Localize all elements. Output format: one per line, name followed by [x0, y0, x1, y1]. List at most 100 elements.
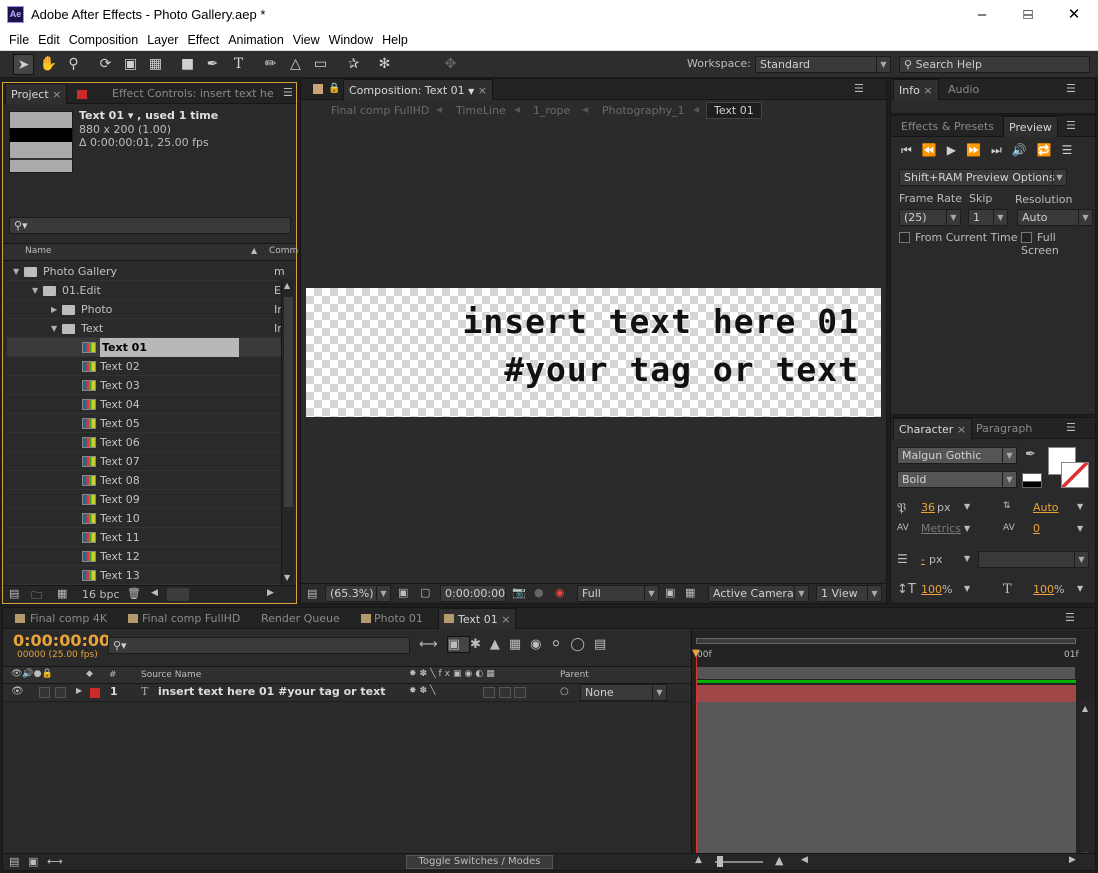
chevron-down-icon[interactable]: ▼ [964, 502, 970, 511]
project-item[interactable]: ▼ Photo Gallery m [7, 262, 285, 281]
layer-switch-box[interactable] [483, 687, 495, 698]
safe-zones-icon[interactable]: ▣ [398, 586, 408, 599]
ram-preview-icon[interactable]: ☰ [1062, 143, 1083, 157]
breadcrumb-item[interactable]: Photography_1 [602, 104, 685, 117]
brush-tool-icon[interactable]: ✏ [260, 54, 281, 75]
first-frame-icon[interactable]: ⏮ [901, 143, 922, 157]
resolution-select[interactable]: Full ▼ [577, 585, 659, 602]
breadcrumb-current[interactable]: Text 01 [706, 102, 762, 119]
motion-blur-icon[interactable]: ◉ [530, 637, 550, 652]
always-preview-icon[interactable]: ▤ [307, 587, 317, 600]
frame-rate-select[interactable]: (25) ▼ [899, 209, 961, 226]
new-folder-icon[interactable]: 🗀 [31, 587, 42, 606]
rectangle-tool-icon[interactable]: ■ [177, 54, 198, 75]
toggle-switches-modes-button[interactable]: Toggle Switches / Modes [406, 855, 553, 869]
menu-file[interactable]: File [0, 30, 29, 51]
workspace-select[interactable]: Standard ▼ [755, 56, 891, 73]
pan-behind-tool-icon[interactable]: ▦ [145, 54, 166, 75]
comp-viewer-canvas[interactable]: insert text here 01 #your tag or text [306, 288, 881, 417]
chevron-down-icon[interactable]: ▼ [1077, 584, 1083, 593]
kerning-value[interactable]: Metrics [921, 522, 961, 535]
layer-switch-box[interactable] [514, 687, 526, 698]
snapshot-icon[interactable]: 📷 [512, 586, 526, 599]
collapse-folder-icon[interactable]: ▼ [32, 281, 38, 300]
playhead-icon[interactable]: ▼ [692, 648, 700, 659]
expand-folder-icon[interactable]: ▶ [51, 300, 57, 319]
show-snapshot-icon[interactable]: ● [534, 586, 544, 599]
project-item[interactable]: Text 10 [7, 509, 281, 528]
layer-label-color[interactable] [90, 688, 100, 698]
visibility-eye-icon[interactable]: 👁 [11, 686, 24, 697]
project-item[interactable]: Text 09 [7, 490, 281, 509]
graph-editor-icon[interactable]: ▤ [594, 637, 615, 652]
chevron-down-icon[interactable]: ▼ [1077, 524, 1083, 533]
project-item[interactable]: Text 04 [7, 395, 281, 414]
tab-photo-01[interactable]: Photo 01 [369, 608, 428, 629]
tab-effects-presets[interactable]: Effects & Presets [896, 116, 999, 137]
pen-tool-icon[interactable]: ✒ [202, 54, 223, 75]
project-search-input[interactable]: ⚲▾ [9, 217, 291, 234]
tab-audio[interactable]: Audio [943, 79, 984, 100]
lock-toggle[interactable] [55, 687, 66, 698]
panel-menu-icon[interactable]: ☰ [1066, 421, 1076, 434]
project-item[interactable]: ▶ Photo Ir [7, 300, 282, 319]
layer-switches[interactable]: ✸✽╲ [409, 686, 439, 696]
solo-toggle[interactable] [39, 687, 50, 698]
font-size-value[interactable]: 36 [921, 501, 935, 514]
menu-view[interactable]: View [284, 30, 320, 51]
from-current-time-checkbox[interactable]: From Current Time [899, 231, 1017, 244]
project-scrollbar[interactable]: ▲ ▼ [281, 279, 294, 584]
scroll-down-icon[interactable]: ▼ [284, 573, 290, 582]
scroll-right-icon[interactable]: ▶ [1069, 855, 1076, 865]
zoom-tool-icon[interactable]: ⚲ [63, 54, 84, 75]
live-update-icon[interactable]: ▣ [446, 636, 470, 653]
time-navigator[interactable] [696, 638, 1076, 644]
zoom-in-icon[interactable]: ▲ [775, 854, 783, 867]
scroll-left-icon[interactable]: ◀ [801, 855, 808, 865]
in-out-icon[interactable]: ⟷ [47, 855, 63, 868]
project-item[interactable]: Text 07 [7, 452, 281, 471]
layer-switch-box[interactable] [499, 687, 511, 698]
camera-tool-icon[interactable]: ▣ [120, 54, 141, 75]
project-item[interactable]: Text 12 [7, 547, 281, 566]
rotation-tool-icon[interactable]: ⟳ [95, 54, 116, 75]
maximize-icon[interactable]: □ [1006, 2, 1050, 28]
loop-icon[interactable]: 🔁 [1037, 143, 1062, 157]
expand-layer-icon[interactable]: ▶ [76, 686, 82, 695]
tab-timeline-text-01[interactable]: Text 01 × [438, 608, 517, 629]
project-item[interactable]: ▼ Text Ir [7, 319, 282, 338]
chevron-down-icon[interactable]: ▼ [964, 524, 970, 533]
camera-select[interactable]: Active Camera ▼ [708, 585, 809, 602]
project-item[interactable]: Text 05 [7, 414, 281, 433]
menu-help[interactable]: Help [373, 30, 408, 51]
work-area-bar[interactable] [696, 666, 1076, 680]
hide-shy-layers-icon[interactable]: ▲ [490, 637, 509, 652]
timeline-search-input[interactable]: ⚲▾ [108, 637, 410, 654]
menu-window[interactable]: Window [320, 30, 373, 51]
scroll-right-icon[interactable]: ▶ [267, 588, 274, 598]
leading-value[interactable]: Auto [1033, 501, 1059, 514]
tab-preview[interactable]: Preview [1003, 116, 1058, 137]
current-time-field[interactable]: 0:00:00:00 [440, 585, 506, 602]
project-item[interactable]: Text 02 [7, 357, 281, 376]
scroll-up-icon[interactable]: ▲ [284, 281, 290, 290]
breadcrumb-item[interactable]: Final comp FullHD [331, 104, 429, 117]
panel-menu-icon[interactable]: ☰ [1066, 119, 1076, 132]
mute-audio-icon[interactable]: 🔊 [1012, 143, 1037, 157]
timeline-current-time[interactable]: 0:00:00:00 [13, 631, 110, 650]
pick-whip-icon[interactable]: ○ [560, 686, 569, 697]
tracking-value[interactable]: 0 [1033, 522, 1040, 535]
horizontal-scale-value[interactable]: 100 [1033, 583, 1054, 596]
new-comp-icon[interactable]: ▦ [57, 587, 67, 600]
panel-menu-icon[interactable]: ☰ [283, 86, 293, 99]
panel-menu-icon[interactable]: ☰ [1066, 82, 1076, 95]
draft-3d-icon[interactable]: ✱ [470, 637, 490, 652]
selection-tool-icon[interactable]: ➤ [13, 54, 34, 75]
tab-character[interactable]: Character × [893, 418, 973, 439]
type-tool-icon[interactable]: T [228, 54, 249, 75]
breadcrumb-item[interactable]: TimeLine [456, 104, 506, 117]
ram-preview-options-select[interactable]: Shift+RAM Preview Options ▼ [899, 169, 1067, 186]
column-number[interactable]: # [109, 670, 117, 680]
close-icon[interactable]: ✕ [1052, 2, 1096, 28]
project-item[interactable]: ▼01.EditEc [7, 281, 287, 300]
